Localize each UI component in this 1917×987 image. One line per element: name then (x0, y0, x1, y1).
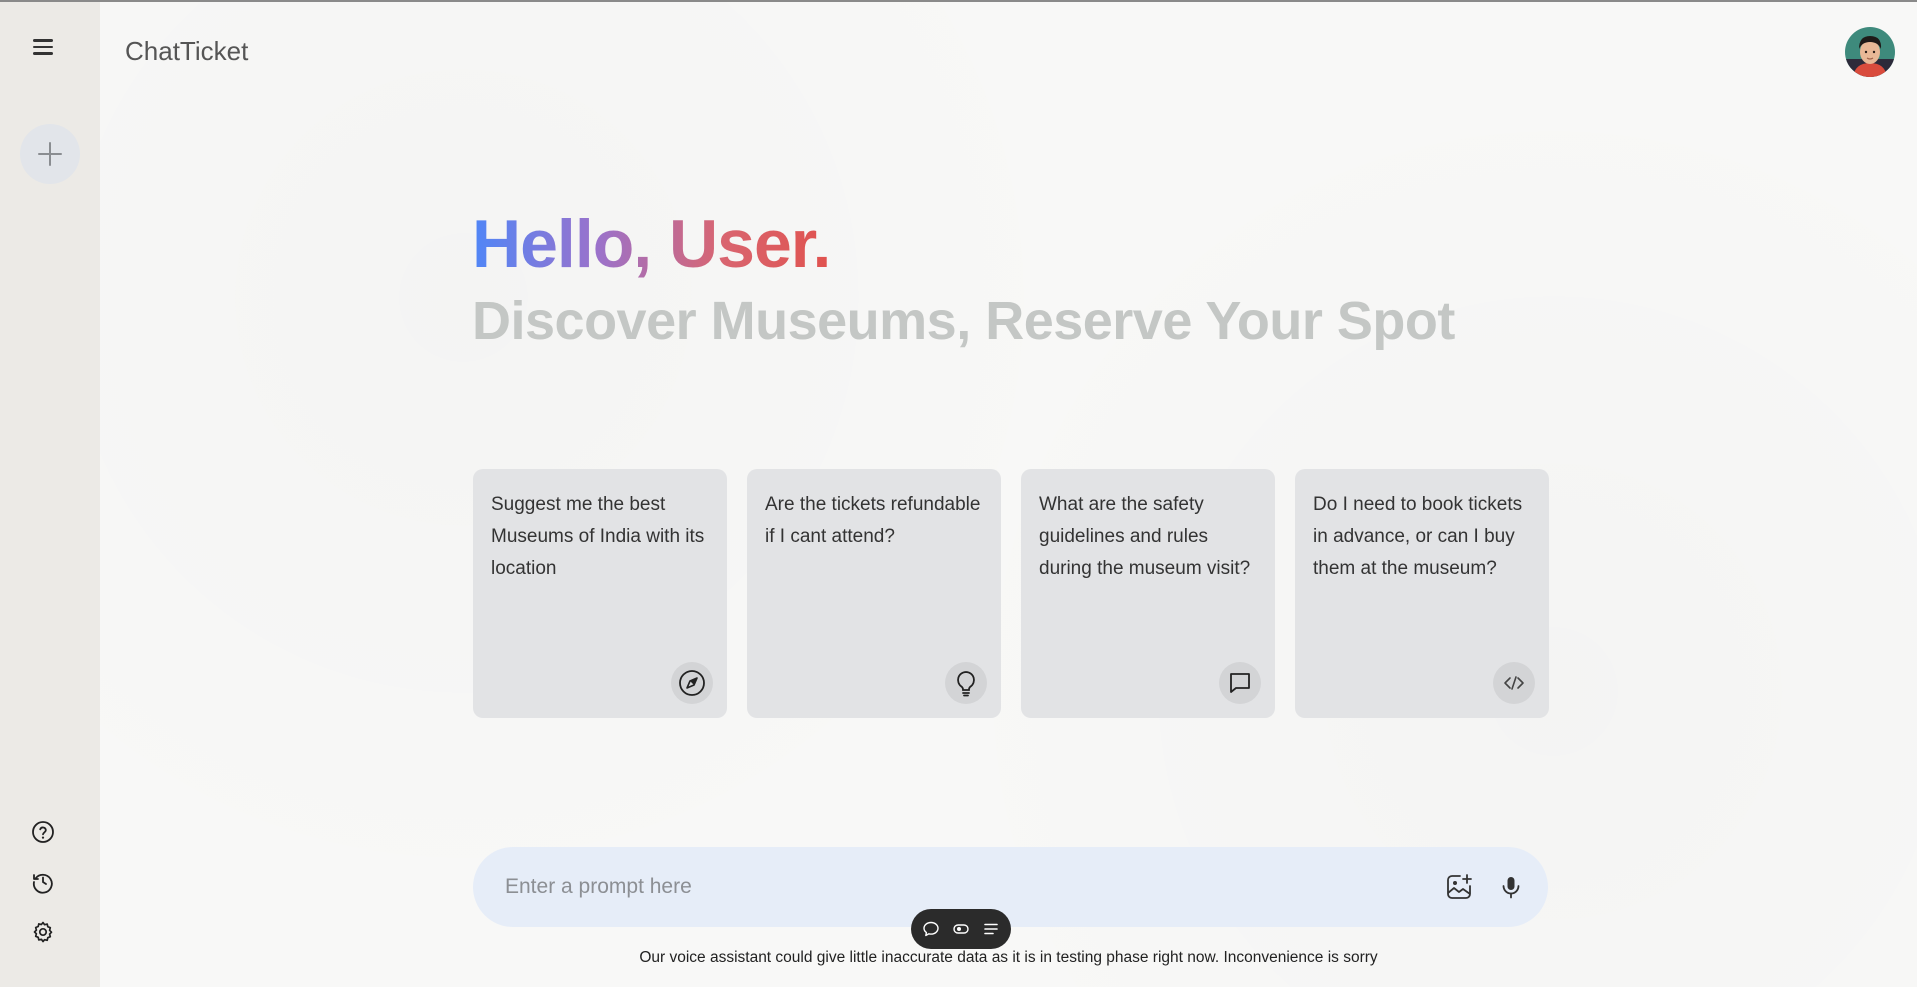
help-icon (32, 821, 54, 843)
suggestion-card[interactable]: Suggest me the best Museums of India wit… (473, 469, 727, 718)
compass-icon (671, 662, 713, 704)
lightbulb-icon (945, 662, 987, 704)
plus-icon (38, 142, 62, 166)
suggestion-card[interactable]: Are the tickets refundable if I cant att… (747, 469, 1001, 718)
toggle-icon[interactable] (950, 918, 972, 940)
image-add-icon[interactable] (1441, 869, 1477, 905)
code-icon (1493, 662, 1535, 704)
card-text: Are the tickets refundable if I cant att… (765, 494, 981, 547)
settings-button[interactable] (29, 918, 57, 946)
app-title: ChatTicket (125, 36, 249, 66)
suggestion-card[interactable]: What are the safety guidelines and rules… (1021, 469, 1275, 718)
hamburger-menu-icon[interactable] (28, 32, 58, 62)
prompt-input[interactable] (505, 869, 1405, 905)
suggestion-cards: Suggest me the best Museums of India wit… (473, 469, 1549, 718)
hero-subtitle: Discover Museums, Reserve Your Spot (472, 291, 1455, 351)
list-icon[interactable] (980, 918, 1002, 940)
microphone-icon[interactable] (1493, 869, 1529, 905)
chat-bubble-icon[interactable] (920, 918, 942, 940)
floating-mini-toolbar (911, 909, 1011, 949)
chat-bubble-icon (1219, 662, 1261, 704)
card-text: Suggest me the best Museums of India wit… (491, 494, 705, 579)
voice-disclaimer: Our voice assistant could give little in… (639, 949, 1378, 966)
history-icon (32, 873, 53, 894)
prompt-bar (473, 847, 1548, 927)
main-area: ChatTicket Hello, User. Discover Museums… (100, 2, 1917, 987)
help-button[interactable] (29, 818, 57, 846)
user-avatar[interactable] (1845, 27, 1895, 77)
greeting-heading: Hello, User. (472, 206, 831, 282)
card-text: What are the safety guidelines and rules… (1039, 494, 1251, 579)
history-button[interactable] (29, 868, 57, 896)
gear-icon (33, 921, 53, 943)
sidebar (0, 2, 100, 987)
new-chat-button[interactable] (20, 124, 80, 184)
card-text: Do I need to book tickets in advance, or… (1313, 494, 1523, 579)
suggestion-card[interactable]: Do I need to book tickets in advance, or… (1295, 469, 1549, 718)
